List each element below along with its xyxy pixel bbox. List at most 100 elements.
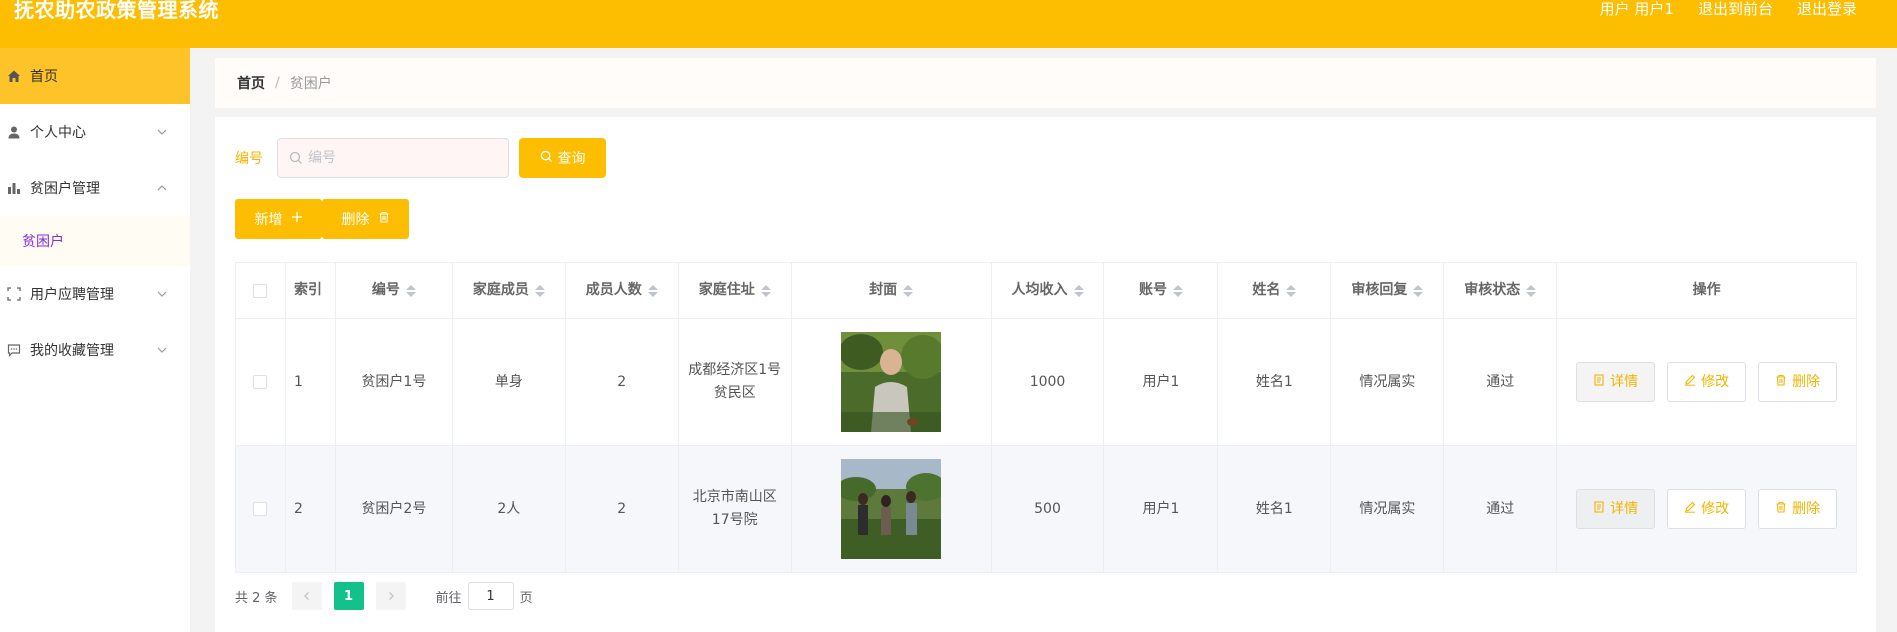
plus-icon — [291, 211, 303, 227]
home-icon — [6, 68, 22, 84]
sidebar-item-personal-center[interactable]: 个人中心 — [0, 104, 190, 160]
search-form: 编号 查询 — [235, 138, 606, 178]
sidebar-item-poor-household-mgmt[interactable]: 贫困户管理 — [0, 160, 190, 216]
prev-page-button[interactable] — [291, 582, 322, 610]
column-header: 操作 — [1557, 263, 1858, 318]
row-checkbox[interactable] — [253, 375, 268, 389]
column-header[interactable]: 家庭成员 — [453, 263, 566, 318]
row-checkbox[interactable] — [253, 502, 268, 516]
add-button[interactable]: 新增 — [235, 199, 322, 239]
edit-button[interactable]: 修改 — [1667, 362, 1747, 402]
sidebar-item-label: 个人中心 — [30, 125, 86, 141]
pagination: 共 2 条 1 前往 页 — [235, 582, 533, 610]
table-row: 2 贫困户2号 2人 2 北京市南山区17号院 500 用户1 姓名1 情况属实… — [236, 446, 1858, 573]
delete-button-label: 删除 — [341, 212, 370, 228]
breadcrumb-current: 贫困户 — [289, 76, 332, 92]
trash-icon — [1775, 371, 1787, 394]
income-cell: 500 — [992, 446, 1105, 572]
sort-icon[interactable] — [534, 284, 545, 297]
goto-page-input[interactable] — [467, 582, 514, 610]
sidebar: 首页 个人中心 贫困户管理 贫困户 用户应聘管理 我的收藏管理 — [0, 48, 190, 632]
account-cell: 用户1 — [1104, 319, 1219, 445]
page-number-button[interactable]: 1 — [333, 582, 364, 610]
sort-icon[interactable] — [1172, 284, 1183, 297]
row-select-cell — [236, 319, 286, 445]
app-title: 抚农助农政策管理系统 — [14, 0, 219, 22]
add-button-label: 新增 — [254, 212, 283, 228]
cover-image[interactable] — [841, 459, 942, 559]
breadcrumb-separator: / — [275, 75, 280, 91]
table-row: 1 贫困户1号 单身 2 成都经济区1号贫民区 1000 用户1 姓名1 情况属… — [236, 319, 1858, 446]
sort-icon[interactable] — [405, 284, 416, 297]
members-cell: 2人 — [453, 446, 566, 572]
trash-icon — [1775, 498, 1787, 521]
top-header: 抚农助农政策管理系统 用户 用户1 退出到前台 退出登录 — [0, 0, 1897, 48]
sidebar-item-favorites-mgmt[interactable]: 我的收藏管理 — [0, 322, 190, 378]
index-cell: 1 — [286, 319, 336, 445]
sort-icon[interactable] — [1073, 284, 1084, 297]
next-page-button[interactable] — [375, 582, 406, 610]
column-header: 索引 — [286, 263, 336, 318]
chevron-down-icon — [156, 344, 168, 356]
sidebar-item-label: 我的收藏管理 — [30, 343, 114, 359]
query-button[interactable]: 查询 — [519, 138, 606, 178]
sort-icon[interactable] — [1413, 284, 1424, 297]
batch-delete-button[interactable]: 删除 — [322, 199, 409, 239]
scan-icon — [6, 286, 22, 302]
delete-button[interactable]: 删除 — [1758, 362, 1838, 402]
header-select-cell — [236, 263, 286, 318]
action-bar: 新增 删除 — [235, 199, 409, 239]
column-header[interactable]: 封面 — [792, 263, 992, 318]
table-header-row: 索引 编号 家庭成员 成员人数 家庭住址 封面 人均收入 账号 姓名 审核回复 … — [236, 263, 1858, 319]
row-select-cell — [236, 446, 286, 572]
detail-button[interactable]: 详情 — [1576, 362, 1656, 402]
edit-icon — [1684, 371, 1696, 394]
delete-button[interactable]: 删除 — [1758, 489, 1838, 529]
column-header[interactable]: 审核回复 — [1331, 263, 1445, 318]
cover-cell — [792, 446, 992, 572]
sidebar-item-user-application-mgmt[interactable]: 用户应聘管理 — [0, 266, 190, 322]
sort-icon[interactable] — [1286, 284, 1297, 297]
column-header[interactable]: 姓名 — [1218, 263, 1332, 318]
name-cell: 姓名1 — [1218, 319, 1332, 445]
number-cell: 贫困户1号 — [336, 319, 453, 445]
goto-page: 前往 页 — [436, 582, 533, 610]
search-input-wrapper — [277, 138, 509, 178]
logout-link[interactable]: 退出登录 — [1797, 0, 1857, 19]
chevron-down-icon — [156, 126, 168, 138]
name-cell: 姓名1 — [1218, 446, 1332, 572]
breadcrumb-home[interactable]: 首页 — [237, 73, 265, 93]
content-card: 编号 查询 新增 删除 — [215, 117, 1876, 632]
user-icon — [6, 124, 22, 140]
sort-icon[interactable] — [760, 284, 771, 297]
back-to-front-link[interactable]: 退出到前台 — [1698, 0, 1773, 19]
number-cell: 贫困户2号 — [336, 446, 453, 572]
header-actions: 用户 用户1 退出到前台 退出登录 — [1600, 0, 1857, 19]
status-cell: 通过 — [1444, 446, 1558, 572]
sort-icon[interactable] — [1526, 284, 1537, 297]
status-cell: 通过 — [1444, 319, 1558, 445]
bar-chart-icon — [6, 180, 22, 196]
column-header[interactable]: 账号 — [1104, 263, 1219, 318]
select-all-checkbox[interactable] — [253, 283, 268, 298]
reply-cell: 情况属实 — [1331, 446, 1445, 572]
search-input[interactable] — [308, 139, 503, 177]
column-header[interactable]: 审核状态 — [1444, 263, 1558, 318]
sort-icon[interactable] — [647, 284, 658, 297]
query-button-label: 查询 — [557, 151, 586, 167]
sidebar-subitem-poor-household[interactable]: 贫困户 — [0, 216, 190, 266]
detail-button[interactable]: 详情 — [1576, 489, 1656, 529]
edit-icon — [1684, 498, 1696, 521]
count-cell: 2 — [566, 446, 679, 572]
current-user-label: 用户 用户1 — [1599, 0, 1674, 18]
edit-button[interactable]: 修改 — [1667, 489, 1747, 529]
column-header[interactable]: 人均收入 — [992, 263, 1105, 318]
column-header[interactable]: 成员人数 — [566, 263, 679, 318]
column-header[interactable]: 编号 — [336, 263, 453, 318]
chat-icon — [6, 342, 22, 358]
column-header[interactable]: 家庭住址 — [679, 263, 792, 318]
sort-icon[interactable] — [903, 284, 914, 297]
chevron-up-icon — [156, 182, 168, 194]
cover-image[interactable] — [841, 332, 942, 432]
sidebar-item-home[interactable]: 首页 — [0, 48, 190, 104]
